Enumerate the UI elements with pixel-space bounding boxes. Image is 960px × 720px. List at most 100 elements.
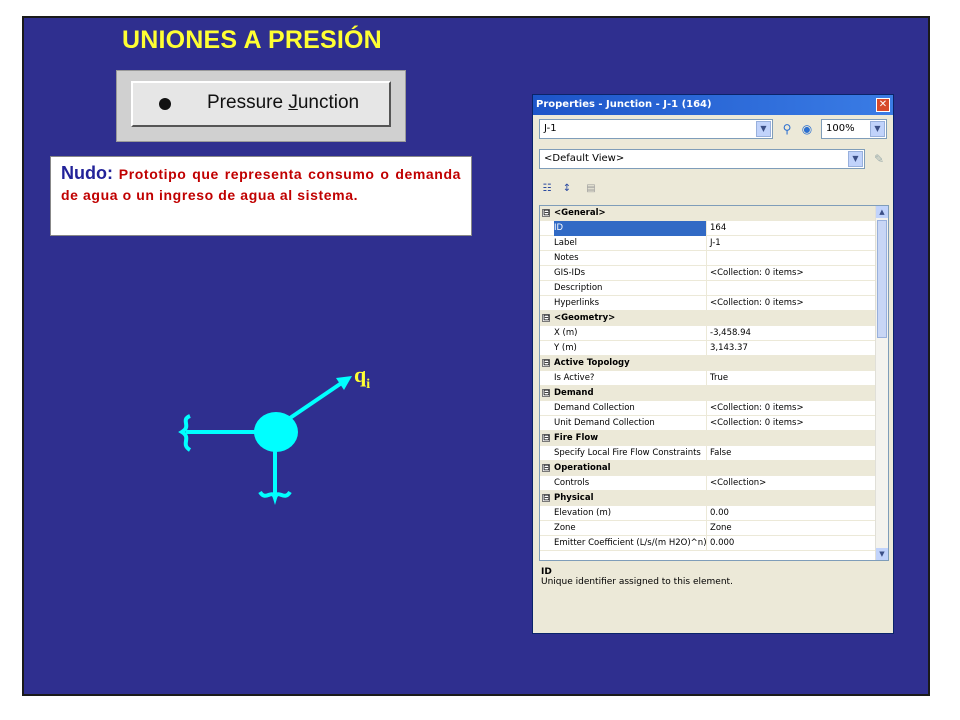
view-combo-value: <Default View> [544, 153, 625, 164]
pressure-junction-panel: Pressure Junction [116, 70, 406, 142]
collapse-icon[interactable]: ⊟ [542, 209, 550, 217]
property-category[interactable]: ⊟ Active Topology [540, 356, 888, 371]
slide: UNIONES A PRESIÓN Pressure Junction Nudo… [22, 16, 930, 696]
property-row[interactable]: Y (m) 3,143.37 [540, 341, 888, 356]
button-label-post: unction [297, 92, 360, 113]
property-value[interactable]: <Collection: 0 items> [710, 401, 804, 416]
property-pages-icon[interactable]: ▤ [581, 179, 601, 199]
chevron-down-icon[interactable]: ▼ [848, 151, 863, 167]
button-label-pre: Pressure [207, 92, 289, 113]
property-value[interactable]: 3,143.37 [710, 341, 748, 356]
property-name: Demand Collection [554, 401, 707, 416]
property-row[interactable]: Is Active? True [540, 371, 888, 386]
description-text: Unique identifier assigned to this eleme… [541, 577, 733, 587]
property-row[interactable]: Notes [540, 251, 888, 266]
nudo-text: Prototipo que representa consumo o deman… [61, 166, 461, 203]
description-pane: ID Unique identifier assigned to this el… [539, 565, 889, 629]
property-name: X (m) [554, 326, 707, 341]
property-row[interactable]: Specify Local Fire Flow Constraints False [540, 446, 888, 461]
property-row[interactable]: Demand Collection <Collection: 0 items> [540, 401, 888, 416]
property-toolbar: ☷ ↕ ▤ [537, 177, 657, 199]
property-category[interactable]: ⊟ <Geometry> [540, 311, 888, 326]
edit-view-icon[interactable]: ✎ [871, 151, 887, 167]
property-grid-scrollbar[interactable]: ▲ ▼ [875, 206, 888, 560]
pressure-junction-label: Pressure Junction [207, 92, 359, 114]
property-category[interactable]: ⊟ Operational [540, 461, 888, 476]
category-name: <General> [554, 208, 606, 218]
help-icon[interactable]: ◉ [799, 121, 815, 137]
property-name: Y (m) [554, 341, 707, 356]
collapse-icon[interactable]: ⊟ [542, 359, 550, 367]
property-row[interactable]: Hyperlinks <Collection: 0 items> [540, 296, 888, 311]
category-name: Physical [554, 493, 594, 503]
property-name: Is Active? [554, 371, 707, 386]
element-combo[interactable]: J-1 ▼ [539, 119, 773, 139]
property-name: Controls [554, 476, 707, 491]
button-label-mnemonic: J [288, 92, 298, 113]
property-value[interactable]: True [710, 371, 728, 386]
collapse-icon[interactable]: ⊟ [542, 494, 550, 502]
property-name: GIS-IDs [554, 266, 707, 281]
property-value[interactable]: 164 [710, 221, 726, 236]
property-value[interactable]: <Collection> [710, 476, 766, 491]
chevron-down-icon[interactable]: ▼ [756, 121, 771, 137]
property-name: Hyperlinks [554, 296, 707, 311]
nudo-label: Nudo: [61, 163, 113, 183]
pressure-junction-button[interactable]: Pressure Junction [131, 81, 391, 127]
property-row[interactable]: Zone Zone [540, 521, 888, 536]
chevron-up-icon[interactable]: ▲ [876, 206, 888, 218]
close-icon[interactable]: ✕ [876, 98, 890, 112]
property-value[interactable]: 0.00 [710, 506, 729, 521]
property-category[interactable]: ⊟ <General> [540, 206, 888, 221]
zoom-combo[interactable]: 100% ▼ [821, 119, 887, 139]
property-name: Unit Demand Collection [554, 416, 707, 431]
property-value[interactable]: Zone [710, 521, 732, 536]
collapse-icon[interactable]: ⊟ [542, 464, 550, 472]
chevron-down-icon[interactable]: ▼ [870, 121, 885, 137]
flow-label-q: qi [354, 362, 370, 392]
scrollbar-thumb[interactable] [877, 220, 887, 338]
property-row[interactable]: Description [540, 281, 888, 296]
property-category[interactable]: ⊟ Demand [540, 386, 888, 401]
description-title: ID [541, 567, 552, 577]
property-name: Emitter Coefficient (L/s/(m H2O)^n) [554, 536, 707, 551]
property-category[interactable]: ⊟ Fire Flow [540, 431, 888, 446]
property-row[interactable]: Elevation (m) 0.00 [540, 506, 888, 521]
chevron-down-icon[interactable]: ▼ [876, 548, 888, 560]
property-row[interactable]: Emitter Coefficient (L/s/(m H2O)^n) 0.000 [540, 536, 888, 551]
collapse-icon[interactable]: ⊟ [542, 434, 550, 442]
sort-alphabetical-icon[interactable]: ↕ [557, 179, 577, 199]
property-row[interactable]: ID 164 [540, 221, 888, 236]
collapse-icon[interactable]: ⊟ [542, 314, 550, 322]
category-name: <Geometry> [554, 313, 616, 323]
zoom-value: 100% [826, 123, 855, 134]
pick-element-icon[interactable]: ⚲ [779, 121, 795, 137]
property-name: Elevation (m) [554, 506, 707, 521]
slide-title: UNIONES A PRESIÓN [122, 26, 382, 54]
property-value[interactable]: <Collection: 0 items> [710, 416, 804, 431]
property-value[interactable]: <Collection: 0 items> [710, 266, 804, 281]
property-row[interactable]: GIS-IDs <Collection: 0 items> [540, 266, 888, 281]
property-value[interactable]: 0.000 [710, 536, 734, 551]
collapse-icon[interactable]: ⊟ [542, 389, 550, 397]
element-selector-row: J-1 ▼ ⚲ ◉ 100% ▼ [539, 119, 889, 141]
properties-title-bar[interactable]: Properties - Junction - J-1 (164) ✕ [533, 95, 893, 115]
property-name: Label [554, 236, 707, 251]
property-grid: ⊟ <General> ID 164 Label J-1 Notes GIS-IDs <Coll… [539, 205, 889, 561]
property-value[interactable]: False [710, 446, 731, 461]
property-row[interactable]: Controls <Collection> [540, 476, 888, 491]
property-row[interactable]: Unit Demand Collection <Collection: 0 ite… [540, 416, 888, 431]
property-rows: ⊟ <General> ID 164 Label J-1 Notes GIS-IDs <Coll… [540, 206, 888, 551]
categorized-icon[interactable]: ☷ [537, 179, 557, 199]
property-name: Description [554, 281, 707, 296]
nudo-definition-box: Nudo: Prototipo que representa consumo o… [50, 156, 472, 236]
property-row[interactable]: Label J-1 [540, 236, 888, 251]
junction-dot-icon [159, 98, 171, 110]
property-value[interactable]: <Collection: 0 items> [710, 296, 804, 311]
property-row[interactable]: X (m) -3,458.94 [540, 326, 888, 341]
property-value[interactable]: J-1 [710, 236, 721, 251]
property-value[interactable]: -3,458.94 [710, 326, 751, 341]
view-combo[interactable]: <Default View> ▼ [539, 149, 865, 169]
properties-window: Properties - Junction - J-1 (164) ✕ J-1 … [532, 94, 894, 634]
property-category[interactable]: ⊟ Physical [540, 491, 888, 506]
